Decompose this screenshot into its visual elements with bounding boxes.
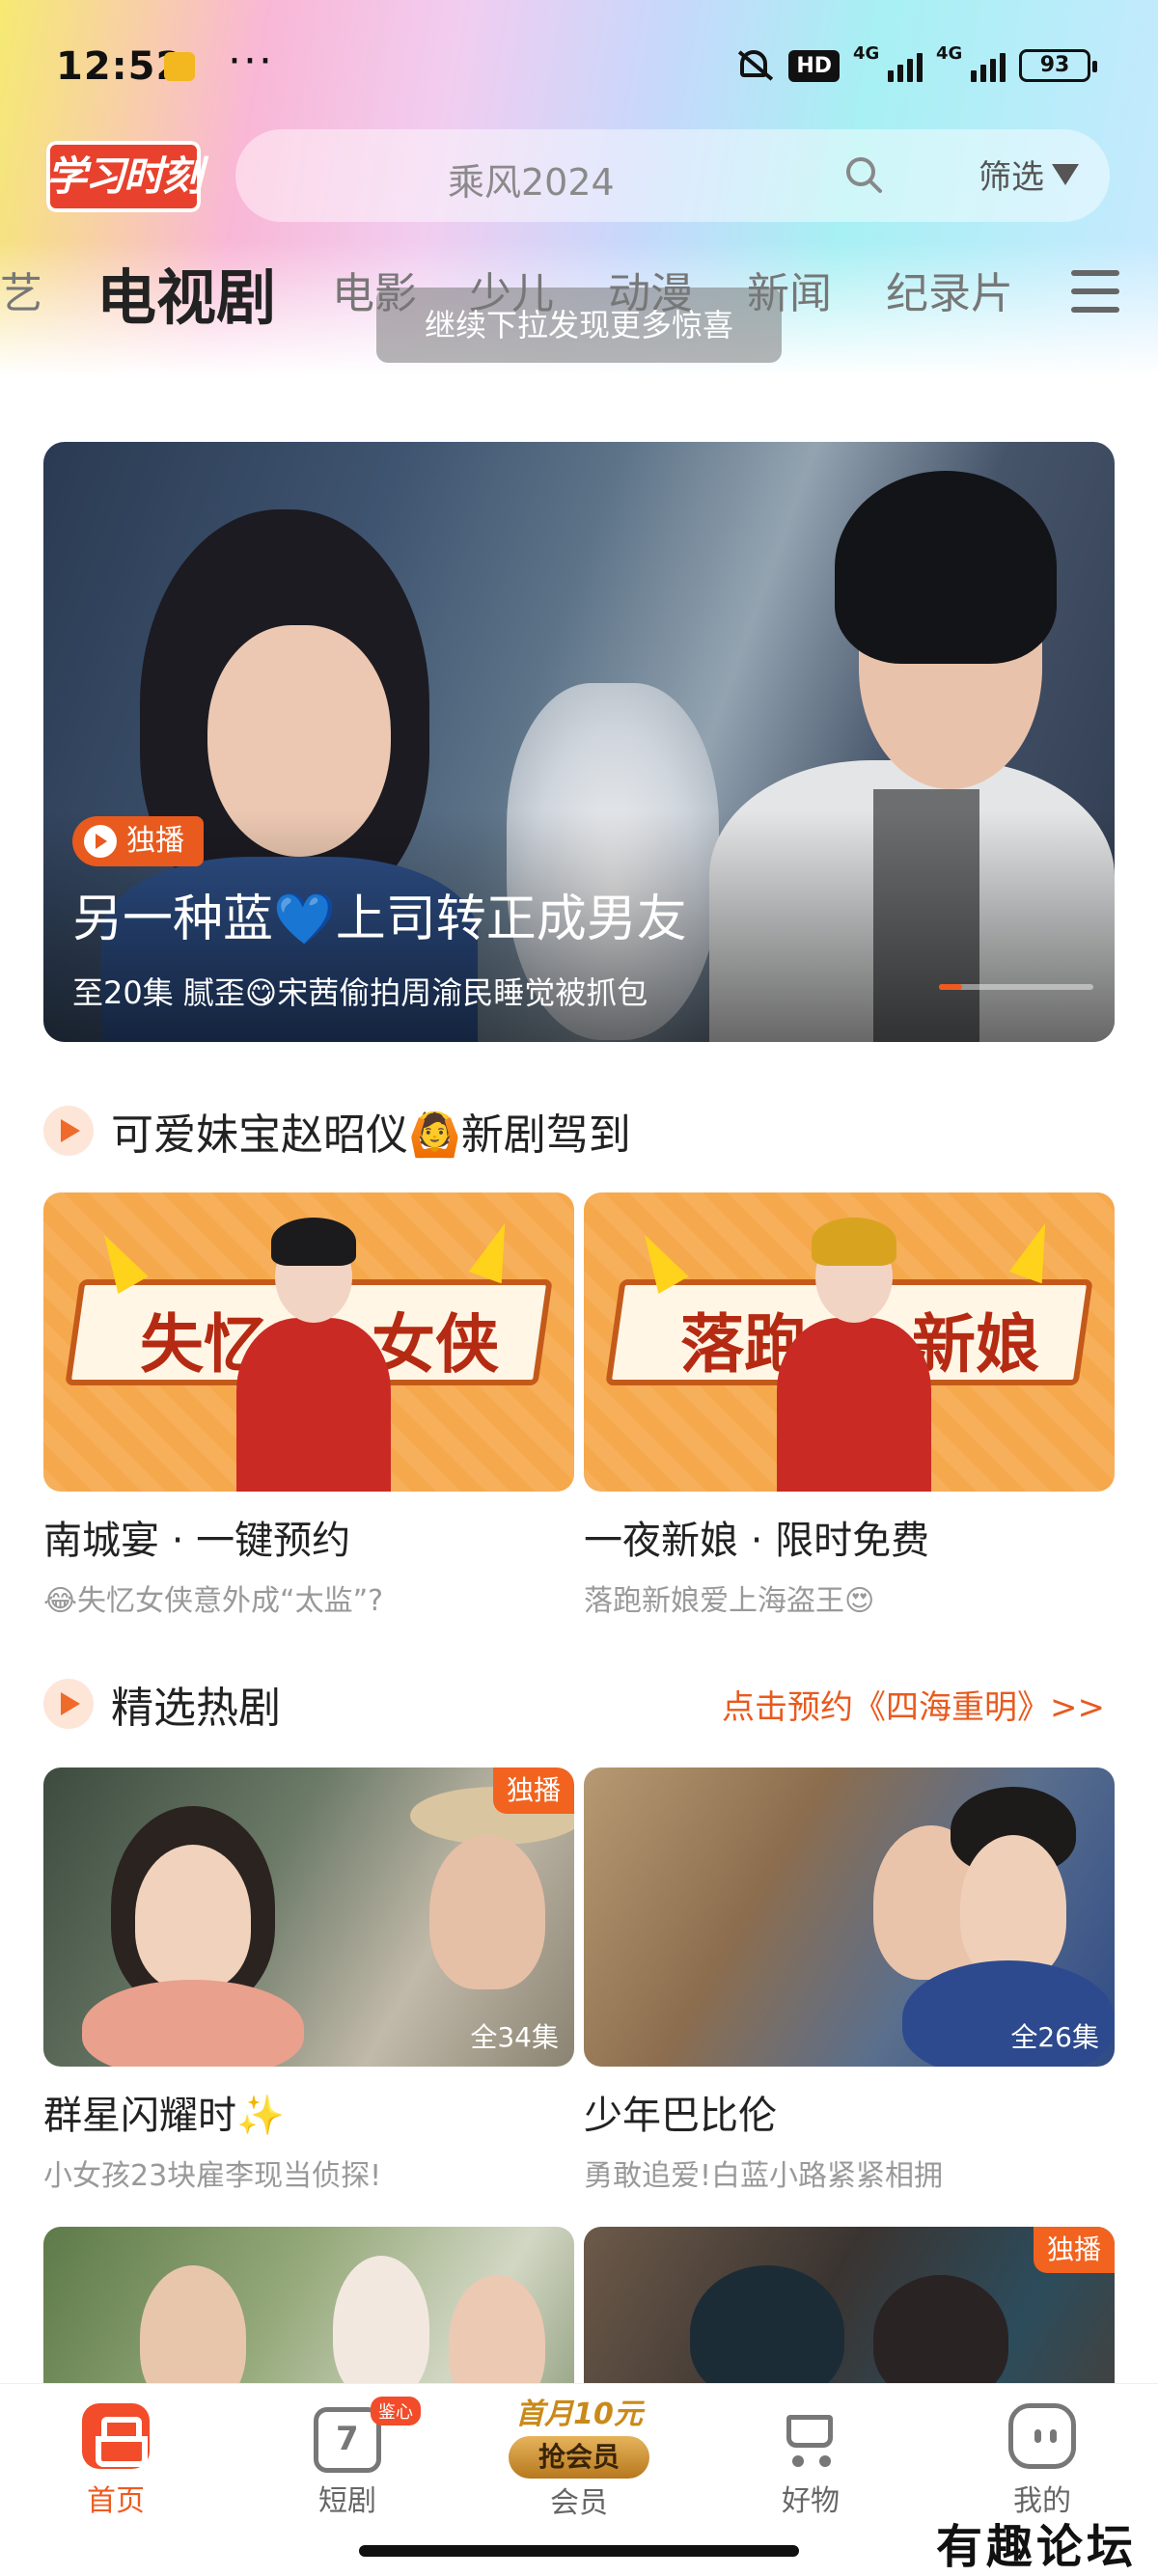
section-title: 精选热剧 [111,1684,281,1733]
card-title[interactable]: 南城宴 · 一键预约 [43,1509,574,1565]
drama-thumbnail[interactable]: 全26集 [584,1768,1115,2067]
blue-heart-icon: 💙 [273,891,336,948]
signal-2-label: 4G [936,43,963,64]
carousel-track [939,984,1093,990]
hero-banner[interactable]: 独播 另一种蓝💙上司转正成男友 至20集 腻歪😋宋茜偷拍周渝民睡觉被抓包 [43,442,1115,1042]
card-subtitle: 勇敢追爱!白蓝小路紧紧相拥 [584,2159,944,2193]
tab-documentary[interactable]: 纪录片 [886,259,1013,320]
signal-icon-1: 4G [853,43,923,82]
section-play-icon [43,1106,94,1156]
reserve-link[interactable]: 点击预约《四海重明》>> [722,1681,1105,1728]
tab-variety[interactable]: 艺 [0,259,42,320]
status-bar: 12:52 ··· HD 4G 4G 93 [0,0,1158,135]
signal-1-label: 4G [853,43,880,64]
episode-count: 全26集 [1010,2021,1099,2053]
hero-actor-hair [835,471,1057,664]
hd-voice-icon: HD [788,49,840,82]
card-subtitle: 小女孩23块雇李现当侦探! [43,2159,382,2193]
profile-icon[interactable] [1008,2403,1076,2469]
carousel-active-dot [939,984,962,990]
section-title: 可爱妹宝赵昭仪🙆新剧驾到 [111,1110,631,1160]
exclusive-tag: 独播 [1033,2227,1115,2273]
card-title[interactable]: 一夜新娘 · 限时免费 [584,1509,1115,1565]
section-header-new-drama: 可爱妹宝赵昭仪🙆新剧驾到 [43,1100,631,1162]
status-icons: HD 4G 4G 93 [732,43,1097,85]
filter-icon [1052,163,1079,185]
promo-actress [236,1212,391,1492]
search-icon[interactable] [843,154,884,195]
filter-button[interactable]: 筛选 [979,151,1079,198]
section-header-featured: 精选热剧 [43,1673,281,1735]
more-notifications-icon: ··· [228,37,274,86]
drama-thumbnail[interactable]: 独播 全34集 [43,1768,574,2067]
nav-vip[interactable]: 首月10元 抢会员 会员 [502,2398,656,2521]
play-icon [84,825,117,858]
hero-title: 另一种蓝💙上司转正成男友 [72,878,687,950]
watermark: 有趣论坛 [935,2520,1137,2574]
vip-grab-button[interactable]: 抢会员 [509,2436,649,2479]
pull-down-tip: 继续下拉发现更多惊喜 [376,288,782,363]
nav-badge: 鉴心 [371,2397,421,2425]
exclusive-label: 独播 [126,824,184,858]
nav-short-drama-label[interactable]: 短剧 [270,2477,425,2519]
home-indicator[interactable] [359,2545,799,2557]
section-play-icon [43,1679,94,1729]
promo-card[interactable]: 失忆 女侠 南城宴 · 一键预约 😂失忆女侠意外成“太监”? [43,1192,574,1619]
search-bar[interactable]: 乘风2024 筛选 [235,129,1110,222]
nav-goods[interactable]: 好物 [733,2403,888,2519]
promo-actress [777,1212,931,1492]
hero-title-part1: 另一种蓝 [72,891,274,948]
hero-subtitle: 至20集 腻歪😋宋茜偷拍周渝民睡觉被抓包 [72,974,648,1011]
vip-promo-text: 首月10元 [515,2398,643,2431]
exclusive-badge: 独播 [72,816,204,866]
menu-icon[interactable] [1071,270,1119,313]
card-title[interactable]: 少年巴比伦 [584,2084,1115,2140]
nav-home[interactable]: 首页 [39,2403,193,2519]
home-icon[interactable] [82,2403,150,2469]
exclusive-tag: 独播 [492,1768,574,1814]
carousel-indicator [939,984,1093,992]
promo-thumbnail[interactable]: 失忆 女侠 [43,1192,574,1492]
nav-goods-label[interactable]: 好物 [733,2477,888,2519]
nav-vip-label[interactable]: 会员 [502,2479,656,2521]
search-placeholder[interactable]: 乘风2024 [448,152,615,206]
drama-card[interactable]: 独播 全34集 群星闪耀时✨ 小女孩23块雇李现当侦探! [43,1768,574,2194]
nav-home-label[interactable]: 首页 [39,2477,193,2519]
app-logo[interactable]: 学习时刻 [46,141,203,212]
signal-icon-2: 4G [936,43,1006,82]
hero-title-part2: 上司转正成男友 [335,891,687,948]
promo-card[interactable]: 落跑 新娘 一夜新娘 · 限时免费 落跑新娘爱上海盗王😍 [584,1192,1115,1619]
tab-tv-series[interactable]: 电视剧 [96,249,276,336]
cart-icon[interactable] [777,2403,844,2469]
mute-icon [732,46,775,85]
promo-thumbnail[interactable]: 落跑 新娘 [584,1192,1115,1492]
battery-icon: 93 [1019,49,1097,82]
card-title[interactable]: 群星闪耀时✨ [43,2084,574,2140]
short-drama-icon[interactable]: 7 鉴心 [314,2397,421,2473]
nav-short-drama[interactable]: 7 鉴心 短剧 [270,2397,425,2519]
bottom-navigation: 首页 7 鉴心 短剧 首月10元 抢会员 会员 好物 我的 [0,2383,1158,2528]
notification-app-icon [164,52,195,81]
drama-card[interactable]: 全26集 少年巴比伦 勇敢追爱!白蓝小路紧紧相拥 [584,1768,1115,2194]
card-subtitle: 😂失忆女侠意外成“太监”? [43,1584,384,1618]
vip-icon[interactable]: 首月10元 抢会员 [507,2398,651,2479]
card-subtitle: 落跑新娘爱上海盗王😍 [584,1584,875,1618]
filter-label: 筛选 [979,158,1044,197]
episode-count: 全34集 [470,2021,559,2053]
nav-me[interactable]: 我的 [965,2403,1119,2519]
